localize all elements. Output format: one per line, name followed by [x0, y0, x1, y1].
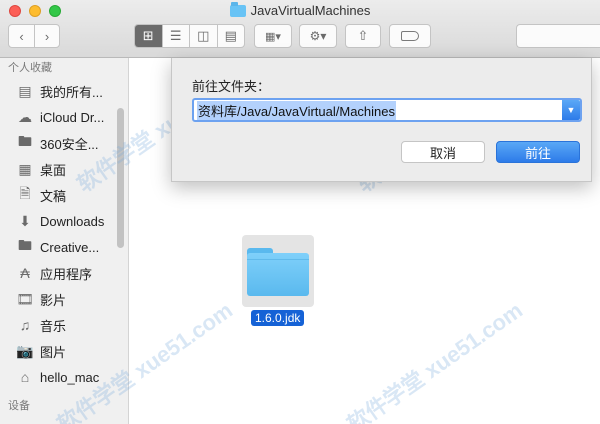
list-view-button[interactable]: ☰: [161, 25, 190, 47]
sidebar-item-label: Creative...: [40, 239, 100, 255]
arrange-button[interactable]: ▦▾: [254, 24, 292, 48]
share-icon: ⇧: [357, 28, 369, 43]
camera-icon: 📷: [16, 342, 34, 359]
sidebar-item-label: Downloads: [40, 213, 105, 229]
view-mode-group: ⊞ ☰ ◫ ▤: [134, 24, 245, 48]
window-title-text: JavaVirtualMachines: [250, 3, 371, 18]
back-button[interactable]: ‹: [9, 25, 34, 47]
back-forward-group: ‹ ›: [8, 24, 60, 48]
chevron-left-icon: ‹: [19, 28, 24, 44]
column-view-button[interactable]: ◫: [189, 25, 217, 47]
path-history-dropdown[interactable]: ▼: [562, 100, 580, 120]
list-view-icon: ☰: [169, 28, 182, 43]
forward-button[interactable]: ›: [33, 25, 59, 47]
folder-icon: 🖿: [18, 133, 32, 149]
sidebar-item-creative[interactable]: 🖿 Creative...: [0, 234, 128, 260]
go-button[interactable]: 前往: [496, 141, 580, 163]
home-icon: ⌂: [20, 369, 30, 385]
sidebar-item-icloud[interactable]: ☁ iCloud Dr...: [0, 104, 128, 130]
cover-flow-view-icon: ▤: [224, 28, 237, 43]
sidebar-item-label: 应用程序: [40, 266, 93, 282]
chevron-right-icon: ›: [44, 28, 50, 44]
go-to-folder-prompt: 前往文件夹：: [192, 79, 271, 94]
sidebar-item-documents[interactable]: 🗎 文稿: [0, 182, 128, 208]
sidebar-scrollbar[interactable]: [117, 108, 124, 248]
icon-view-icon: ⊞: [142, 28, 154, 43]
sidebar-item-downloads[interactable]: ⬇ Downloads: [0, 208, 128, 234]
tag-button[interactable]: [389, 24, 431, 48]
window-title: JavaVirtualMachines: [0, 1, 600, 18]
arrange-icon: ▦▾: [265, 30, 281, 43]
cancel-button[interactable]: 取消: [401, 141, 485, 163]
sidebar-item-applications[interactable]: ₳ 应用程序: [0, 260, 128, 286]
title-bar: JavaVirtualMachines ‹ › ⊞ ☰ ◫ ▤ ▦▾ ⚙▾ ⇧: [0, 0, 600, 58]
tag-icon: [401, 31, 419, 41]
sidebar-item-pictures[interactable]: 📷 图片: [0, 338, 128, 364]
folder-icon: 🖿: [18, 237, 32, 253]
sidebar-item-label: 图片: [40, 344, 67, 360]
chevron-down-icon: ▼: [566, 105, 576, 115]
sidebar-item-label: hello_mac: [40, 369, 100, 385]
applications-icon: ₳: [20, 265, 30, 281]
sidebar-item-music[interactable]: ♫ 音乐: [0, 312, 128, 338]
folder-path-value: 资料库/Java/JavaVirtual/Machines: [197, 100, 397, 120]
gear-icon: ⚙▾: [309, 29, 327, 43]
desktop-icon: ▦: [18, 160, 32, 177]
sidebar-item-desktop[interactable]: ▦ 桌面: [0, 156, 128, 182]
share-button[interactable]: ⇧: [345, 24, 381, 48]
movies-icon: 🎞: [16, 290, 34, 307]
sidebar-item-label: 我的所有...: [40, 84, 103, 100]
action-button[interactable]: ⚙▾: [299, 24, 337, 48]
devices-heading: 设备: [8, 400, 30, 412]
favorites-heading: 个人收藏: [8, 62, 52, 74]
documents-icon: 🗎: [19, 185, 31, 201]
folder-icon: [229, 1, 246, 17]
sidebar-item-label: 360安全...: [40, 136, 99, 152]
sidebar-item-label: 影片: [40, 292, 67, 308]
sidebar-item-movies[interactable]: 🎞 影片: [0, 286, 128, 312]
go-to-folder-sheet: 前往文件夹： 资料库/Java/JavaVirtual/Machines ▼ 取…: [171, 58, 592, 182]
cover-flow-view-button[interactable]: ▤: [216, 25, 245, 47]
sidebar-item-360[interactable]: 🖿 360安全...: [0, 130, 128, 156]
sidebar: 个人收藏 ▤ 我的所有... ☁ iCloud Dr... 🖿 360安全...…: [0, 58, 129, 424]
icon-view-button[interactable]: ⊞: [135, 25, 162, 47]
download-icon: ⬇: [19, 212, 31, 229]
search-input[interactable]: [516, 24, 600, 48]
cloud-icon: ☁: [18, 108, 32, 125]
folder-path-input[interactable]: 资料库/Java/JavaVirtual/Machines ▼: [192, 98, 582, 122]
sidebar-item-label: 音乐: [40, 318, 67, 334]
sidebar-item-home[interactable]: ⌂ hello_mac: [0, 364, 128, 390]
folder-icon[interactable]: [247, 248, 309, 296]
sidebar-item-label: iCloud Dr...: [40, 109, 105, 125]
music-icon: ♫: [19, 317, 31, 333]
sidebar-item-label: 文稿: [40, 188, 67, 204]
column-view-icon: ◫: [197, 28, 210, 43]
sidebar-item-label: 桌面: [40, 162, 67, 178]
file-name-label[interactable]: 1.6.0.jdk: [251, 310, 305, 326]
all-files-icon: ▤: [18, 82, 32, 99]
sidebar-item-all-files[interactable]: ▤ 我的所有...: [0, 78, 128, 104]
